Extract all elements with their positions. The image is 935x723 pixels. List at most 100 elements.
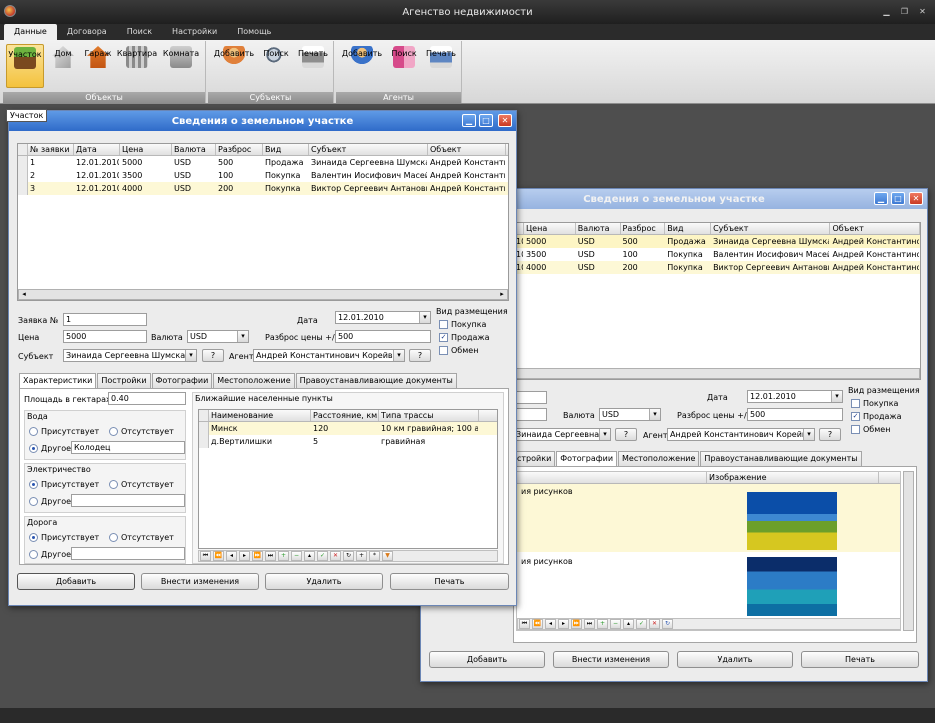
edit-button[interactable]: Внести изменения xyxy=(553,651,669,668)
prev-record-icon[interactable]: ◂ xyxy=(226,551,237,561)
filter-icon[interactable]: ▼ xyxy=(382,551,393,561)
request-number-field[interactable]: 1 xyxy=(63,313,147,326)
spread-field[interactable]: 500 xyxy=(747,408,843,421)
request-number-field[interactable] xyxy=(513,391,547,404)
restore-icon[interactable]: ❐ xyxy=(898,6,911,17)
first-record-icon[interactable]: ⏮ xyxy=(200,551,211,561)
prev-page-icon[interactable]: ⏪ xyxy=(213,551,224,561)
horizontal-scrollbar[interactable]: ◂ ▸ xyxy=(18,289,508,300)
edit-button[interactable]: Внести изменения xyxy=(141,573,259,590)
print-subject-button[interactable]: Печать xyxy=(296,44,330,88)
delete-record-icon[interactable]: − xyxy=(610,619,621,629)
minimize-icon[interactable]: ▁ xyxy=(874,192,888,205)
date-picker[interactable]: 12.01.2010 ▾ xyxy=(747,390,843,403)
post-record-icon[interactable]: ✓ xyxy=(317,551,328,561)
water-other-radio[interactable] xyxy=(29,444,38,453)
maximize-icon[interactable]: □ xyxy=(891,192,905,205)
tab-buildings[interactable]: стройки xyxy=(513,451,556,466)
price-field[interactable] xyxy=(513,408,547,421)
tab-help[interactable]: Помощь xyxy=(227,24,281,40)
agent-lookup-button[interactable]: ? xyxy=(409,349,431,362)
road-present-radio[interactable] xyxy=(29,533,38,542)
delete-button[interactable]: Удалить xyxy=(265,573,383,590)
delete-record-icon[interactable]: − xyxy=(291,551,302,561)
table-row[interactable]: 10 5000 USD 500 Продажа Зинаида Сергеевн… xyxy=(514,235,920,248)
tab-photos[interactable]: Фотографии xyxy=(556,451,618,467)
date-picker[interactable]: 12.01.2010 ▾ xyxy=(335,311,431,324)
subject-select[interactable]: Зинаида Сергеевна Шумская▾ xyxy=(513,428,611,441)
add-subject-button[interactable]: Добавить xyxy=(212,44,256,88)
tab-data[interactable]: Данные xyxy=(4,24,57,40)
refresh-icon[interactable]: ↻ xyxy=(662,619,673,629)
table-row[interactable]: д.Вертилишки 5 гравийная xyxy=(199,435,497,448)
price-field[interactable]: 5000 xyxy=(63,330,147,343)
print-button[interactable]: Печать xyxy=(801,651,919,668)
minimize-icon[interactable]: ▁ xyxy=(880,6,893,17)
tab-settings[interactable]: Настройки xyxy=(162,24,227,40)
subject-lookup-button[interactable]: ? xyxy=(202,349,224,362)
last-record-icon[interactable]: ⏭ xyxy=(584,619,595,629)
road-absent-radio[interactable] xyxy=(109,533,118,542)
requests-grid[interactable]: Цена Валюта Разброс Вид Субъект Объект 1… xyxy=(513,222,921,380)
garage-button[interactable]: Гараж xyxy=(81,44,115,88)
minimize-icon[interactable]: ▁ xyxy=(462,114,476,127)
tab-buildings[interactable]: Постройки xyxy=(97,373,151,388)
currency-select[interactable]: USD ▾ xyxy=(599,408,661,421)
tab-contracts[interactable]: Договора xyxy=(57,24,117,40)
first-record-icon[interactable]: ⏮ xyxy=(519,619,530,629)
print-agent-button[interactable]: Печать xyxy=(424,44,458,88)
area-field[interactable]: 0.40 xyxy=(108,392,186,405)
photo-row[interactable]: ия рисунков xyxy=(517,484,900,552)
exchange-checkbox[interactable] xyxy=(439,346,448,355)
table-row[interactable]: 1 12.01.2010 5000 USD 500 Продажа Зинаид… xyxy=(18,156,508,169)
edit-record-icon[interactable]: ▴ xyxy=(623,619,634,629)
agent-select[interactable]: Андрей Константинович Корейво ▾ xyxy=(667,428,815,441)
prev-page-icon[interactable]: ⏪ xyxy=(532,619,543,629)
requests-grid[interactable]: № заявки Дата Цена Валюта Разброс Вид Су… xyxy=(17,143,509,301)
currency-select[interactable]: USD ▾ xyxy=(187,330,249,343)
electricity-other-field[interactable] xyxy=(71,494,185,507)
house-button[interactable]: Дом xyxy=(47,44,79,88)
tab-search[interactable]: Поиск xyxy=(117,24,162,40)
spread-field[interactable]: 500 xyxy=(335,330,431,343)
table-row[interactable]: 2 12.01.2010 3500 USD 100 Покупка Валент… xyxy=(18,169,508,182)
search-subject-button[interactable]: Поиск xyxy=(260,44,292,88)
photos-grid[interactable]: Изображение ия рисунков ия рисунков ⏮ ⏪ ◂ ▸… xyxy=(516,471,901,631)
next-page-icon[interactable]: ⏩ xyxy=(252,551,263,561)
cancel-record-icon[interactable]: ✕ xyxy=(649,619,660,629)
electricity-absent-radio[interactable] xyxy=(109,480,118,489)
close-icon[interactable]: ✕ xyxy=(916,6,929,17)
close-icon[interactable]: ✕ xyxy=(909,192,923,205)
next-record-icon[interactable]: ▸ xyxy=(239,551,250,561)
water-other-field[interactable]: Колодец xyxy=(71,441,185,454)
next-page-icon[interactable]: ⏩ xyxy=(571,619,582,629)
table-row[interactable]: 10 4000 USD 200 Покупка Виктор Сергеевич… xyxy=(514,261,920,274)
maximize-icon[interactable]: □ xyxy=(479,114,493,127)
sale-checkbox[interactable]: ✓ xyxy=(851,412,860,421)
road-other-radio[interactable] xyxy=(29,550,38,559)
table-row[interactable]: 3 12.01.2010 4000 USD 200 Покупка Виктор… xyxy=(18,182,508,195)
next-record-icon[interactable]: ▸ xyxy=(558,619,569,629)
search-agent-button[interactable]: Поиск xyxy=(388,44,420,88)
agent-select[interactable]: Андрей Константинович Корейво ▾ xyxy=(253,349,405,362)
refresh-icon[interactable]: ↻ xyxy=(343,551,354,561)
road-other-field[interactable] xyxy=(71,547,185,560)
bookmark-icon[interactable]: * xyxy=(369,551,380,561)
photo-row[interactable]: ия рисунков xyxy=(517,554,900,616)
settlements-grid[interactable]: Наименование Расстояние, км Типа трассы … xyxy=(198,409,498,549)
edit-record-icon[interactable]: ▴ xyxy=(304,551,315,561)
room-button[interactable]: Комната xyxy=(161,44,201,88)
horizontal-scrollbar[interactable] xyxy=(514,368,920,379)
subject-lookup-button[interactable]: ? xyxy=(615,428,637,441)
tab-documents[interactable]: Правоустанавливающие документы xyxy=(700,451,862,466)
water-present-radio[interactable] xyxy=(29,427,38,436)
add-button[interactable]: Добавить xyxy=(429,651,545,668)
post-record-icon[interactable]: ✓ xyxy=(636,619,647,629)
print-button[interactable]: Печать xyxy=(390,573,509,590)
tab-photos[interactable]: Фотографии xyxy=(151,373,213,388)
tab-characteristics[interactable]: Характеристики xyxy=(19,373,97,389)
add-button[interactable]: Добавить xyxy=(17,573,135,590)
tab-documents[interactable]: Правоустанавливающие документы xyxy=(295,373,457,388)
exchange-checkbox[interactable] xyxy=(851,425,860,434)
scroll-right-icon[interactable]: ▸ xyxy=(497,290,507,299)
